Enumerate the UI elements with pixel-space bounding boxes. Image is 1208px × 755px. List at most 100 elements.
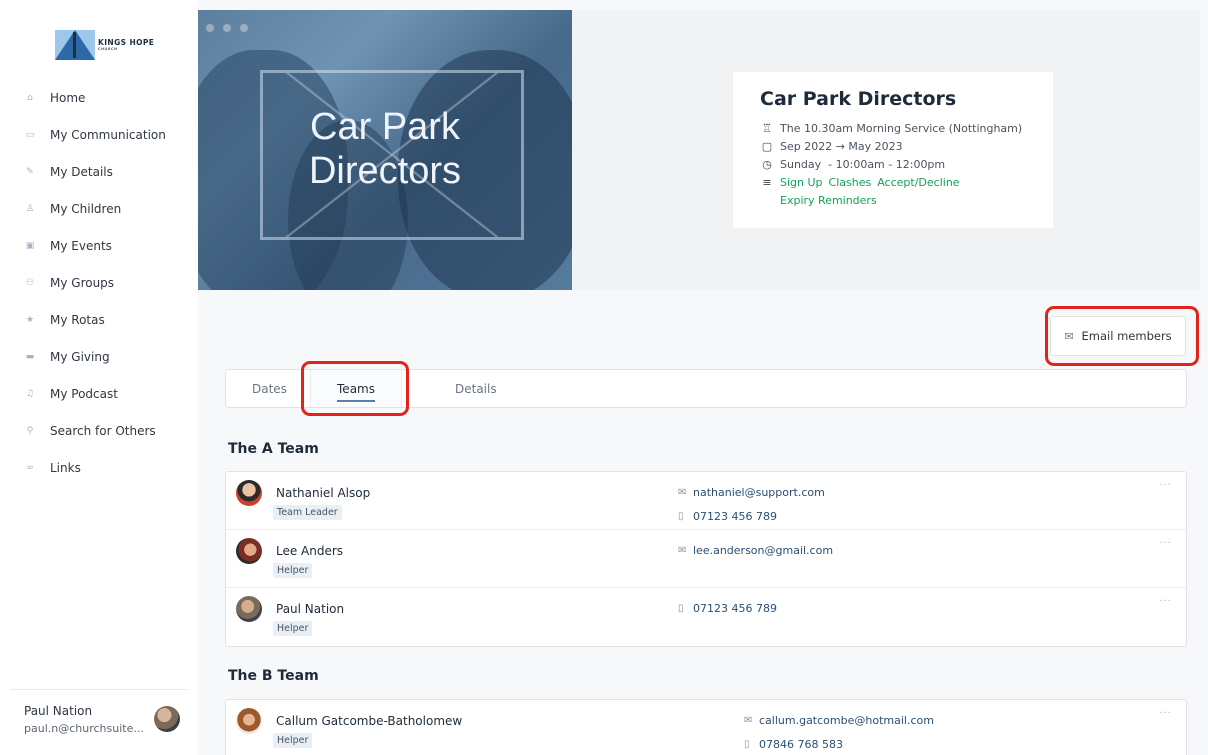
sidebar-item-my-podcast[interactable]: ♫ My Podcast [0, 375, 198, 412]
member-phone[interactable]: ▯ 07846 768 583 [744, 738, 843, 751]
rota-title: Car Park Directors [760, 88, 957, 110]
tab-dates[interactable]: Dates [252, 370, 287, 407]
card-icon: ▬ [25, 351, 35, 362]
avatar [236, 480, 262, 506]
sidebar-nav: ⌂ Home ▭ My Communication ✎ My Details ♙ My … [0, 79, 198, 486]
rota-banner-image: Car Park Directors [198, 10, 572, 290]
member-email-text: lee.anderson@gmail.com [693, 544, 834, 557]
group-icon: ⚇ [25, 277, 35, 288]
expiry-reminders-link[interactable]: Expiry Reminders [780, 192, 877, 210]
sidebar-item-label: My Events [50, 238, 112, 253]
envelope-icon: ✉ [1064, 329, 1074, 343]
member-name: Nathaniel Alsop [276, 486, 371, 500]
chat-icon: ▭ [25, 129, 35, 140]
member-role-badge: Helper [273, 733, 313, 748]
people-search-icon: ⚲ [26, 425, 34, 436]
sidebar-item-my-children[interactable]: ♙ My Children [0, 190, 198, 227]
logo-mark-icon [55, 30, 95, 60]
church-logo[interactable]: KINGS HOPE CHURCH [55, 28, 165, 62]
more-options-icon[interactable]: ··· [1159, 596, 1172, 607]
member-phone[interactable]: ▯ 07123 456 789 [678, 602, 777, 615]
church-icon: ♖ [762, 122, 772, 135]
rota-options: Sign Up Clashes Accept/Decline Expiry Re… [780, 174, 980, 210]
menu-icon: ≡ [762, 176, 772, 189]
accept-decline-link[interactable]: Accept/Decline [877, 174, 959, 192]
list-item[interactable]: Callum Gatcombe-Batholomew Helper ✉ call… [226, 700, 1186, 755]
sidebar-item-my-rotas[interactable]: ★ My Rotas [0, 301, 198, 338]
list-item[interactable]: Lee Anders Helper ✉ lee.anderson@gmail.c… [226, 530, 1186, 588]
sidebar: KINGS HOPE CHURCH ⌂ Home ▭ My Communicatio… [0, 0, 198, 755]
sidebar-item-my-giving[interactable]: ▬ My Giving [0, 338, 198, 375]
sidebar-item-label: My Podcast [50, 386, 118, 401]
tab-details[interactable]: Details [455, 370, 497, 407]
main-content: Car Park Directors Car Park Directors ♖ … [198, 0, 1208, 755]
sidebar-item-label: My Groups [50, 275, 115, 290]
member-role-badge: Helper [273, 563, 313, 578]
link-icon: ∞ [26, 462, 34, 473]
member-email[interactable]: ✉ lee.anderson@gmail.com [678, 544, 833, 557]
user-menu[interactable]: Paul Nation paul.n@churchsuite... [10, 689, 188, 749]
tab-teams[interactable]: Teams [310, 370, 402, 407]
rota-service: The 10.30am Morning Service (Nottingham) [780, 122, 1023, 135]
envelope-icon: ✉ [678, 487, 687, 498]
phone-icon: ▯ [678, 603, 684, 614]
avatar [236, 538, 262, 564]
star-icon: ★ [25, 314, 35, 325]
clock-icon: ◷ [762, 158, 772, 171]
email-members-button[interactable]: ✉ Email members [1050, 316, 1186, 356]
avatar [236, 708, 262, 734]
member-name: Paul Nation [276, 602, 345, 616]
calendar-icon: ▢ [761, 140, 773, 153]
list-item[interactable]: Nathaniel Alsop Team Leader ✉ nathaniel@… [226, 472, 1186, 530]
phone-icon: ▯ [744, 739, 750, 750]
email-members-label: Email members [1081, 329, 1172, 343]
clashes-link[interactable]: Clashes [829, 174, 872, 192]
team-title: The A Team [228, 441, 319, 457]
sidebar-item-label: Home [50, 90, 86, 105]
sidebar-item-label: Search for Others [50, 423, 156, 438]
rota-time: Sunday - 10:00am - 12:00pm [780, 158, 946, 171]
sidebar-item-links[interactable]: ∞ Links [0, 449, 198, 486]
more-options-icon[interactable]: ··· [1159, 480, 1172, 491]
envelope-icon: ✉ [744, 715, 753, 726]
phone-icon: ▯ [678, 511, 684, 522]
sidebar-item-my-groups[interactable]: ⚇ My Groups [0, 264, 198, 301]
member-phone[interactable]: ▯ 07123 456 789 [678, 510, 777, 523]
brand-sub: CHURCH [98, 46, 118, 51]
member-email[interactable]: ✉ callum.gatcombe@hotmail.com [744, 714, 934, 727]
avatar [236, 596, 262, 622]
sidebar-item-my-details[interactable]: ✎ My Details [0, 153, 198, 190]
list-item[interactable]: Paul Nation Helper ▯ 07123 456 789 ··· [226, 588, 1186, 646]
avatar[interactable] [154, 706, 180, 732]
decorative-dots [206, 24, 276, 38]
more-options-icon[interactable]: ··· [1159, 538, 1172, 549]
calendar-icon: ▣ [25, 240, 35, 251]
sidebar-item-label: My Communication [50, 127, 166, 142]
rota-date-range: Sep 2022 → May 2023 [780, 140, 903, 153]
sidebar-item-label: Links [50, 460, 81, 475]
member-email[interactable]: ✉ nathaniel@support.com [678, 486, 825, 499]
member-name: Lee Anders [276, 544, 344, 558]
member-name: Callum Gatcombe-Batholomew [276, 714, 463, 728]
team-member-list: Nathaniel Alsop Team Leader ✉ nathaniel@… [225, 471, 1187, 647]
sign-up-link[interactable]: Sign Up [780, 174, 823, 192]
rota-info-card: Car Park Directors ♖ The 10.30am Morning… [733, 72, 1053, 228]
sidebar-item-label: My Children [50, 201, 122, 216]
sidebar-item-home[interactable]: ⌂ Home [0, 79, 198, 116]
member-phone-text: 07123 456 789 [693, 510, 777, 523]
sidebar-item-my-events[interactable]: ▣ My Events [0, 227, 198, 264]
envelope-icon: ✉ [678, 545, 687, 556]
team-title: The B Team [228, 668, 319, 684]
home-icon: ⌂ [27, 92, 33, 103]
member-phone-text: 07123 456 789 [693, 602, 777, 615]
member-email-text: callum.gatcombe@hotmail.com [759, 714, 934, 727]
member-role-badge: Team Leader [273, 505, 342, 520]
child-icon: ♙ [25, 203, 35, 214]
banner-title: Car Park Directors [308, 106, 462, 192]
more-options-icon[interactable]: ··· [1159, 708, 1172, 719]
member-email-text: nathaniel@support.com [693, 486, 825, 499]
team-member-list: Callum Gatcombe-Batholomew Helper ✉ call… [225, 699, 1187, 755]
sidebar-item-my-communication[interactable]: ▭ My Communication [0, 116, 198, 153]
sidebar-item-search-for-others[interactable]: ⚲ Search for Others [0, 412, 198, 449]
sidebar-item-label: My Details [50, 164, 113, 179]
